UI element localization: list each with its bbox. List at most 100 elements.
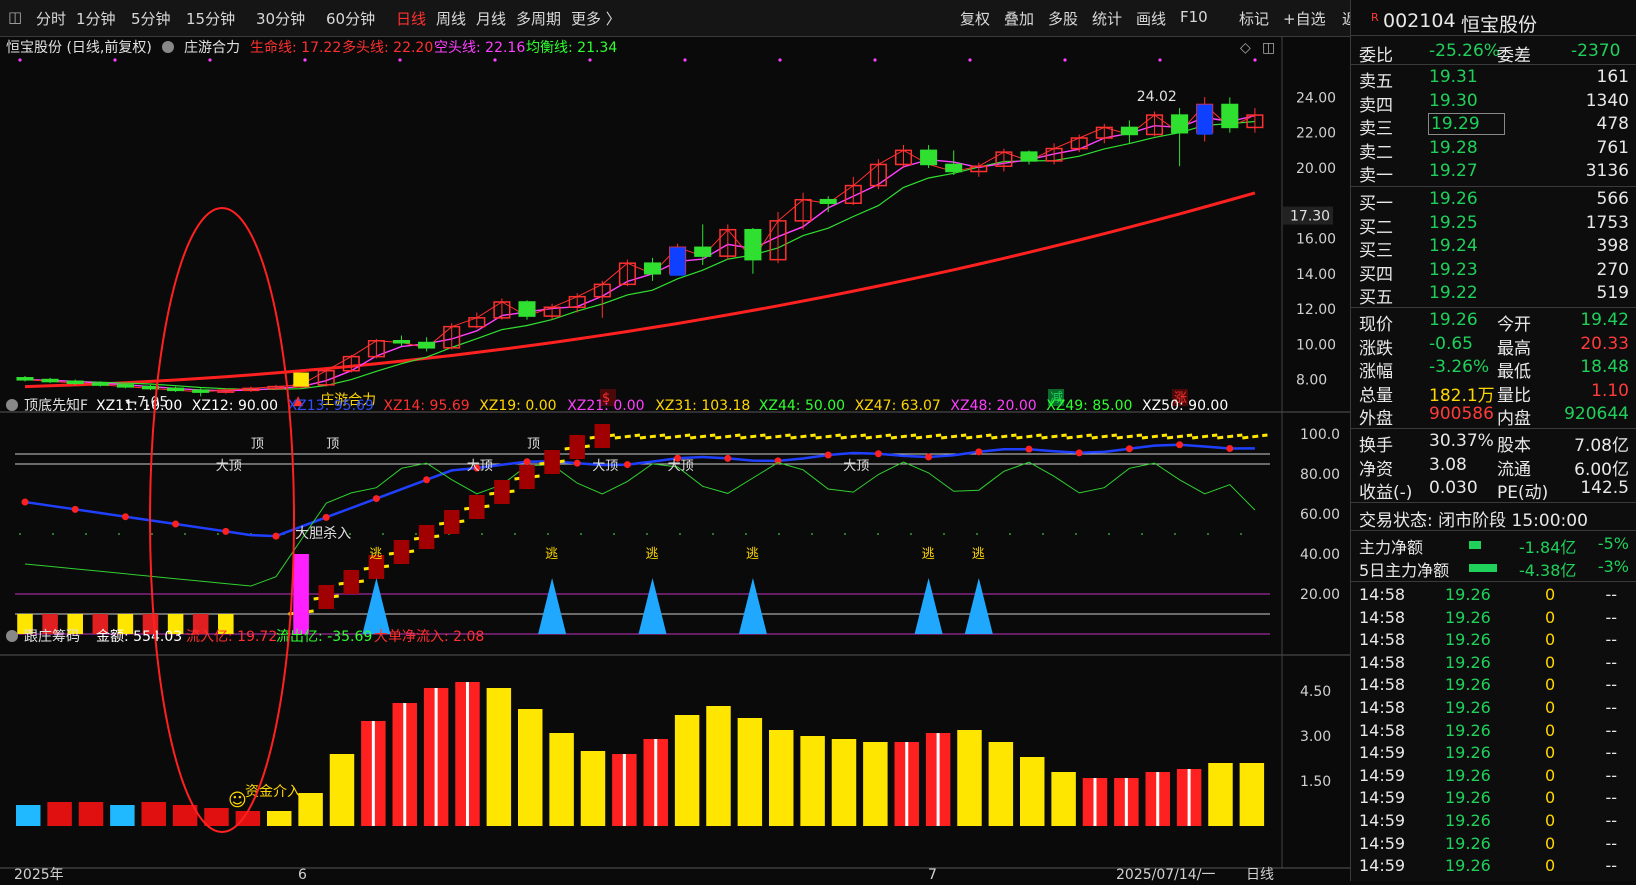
bid-price[interactable]: 19.25: [1429, 213, 1478, 233]
price-axis-label: 8.00: [1296, 373, 1327, 389]
toolbar-tool-button[interactable]: 统计: [1092, 8, 1122, 29]
grid-dot: [1240, 533, 1242, 535]
period-tab[interactable]: 60分钟: [326, 8, 375, 29]
period-tab[interactable]: 周线: [436, 8, 466, 29]
ask-label: 卖三: [1359, 119, 1393, 139]
volume-bar: [737, 718, 763, 826]
xz31-segment: [664, 433, 691, 440]
x-axis-label: 7: [928, 867, 937, 881]
ask-price[interactable]: 19.28: [1429, 138, 1478, 158]
xz31-segment: [966, 433, 992, 440]
tick-time: 14:58: [1359, 652, 1406, 672]
period-tab[interactable]: 1分钟: [76, 8, 116, 29]
xz14-dot: [121, 513, 129, 521]
candle-body: [1020, 151, 1038, 162]
bid-price[interactable]: 19.24: [1429, 236, 1478, 256]
xz31-segment: [1016, 433, 1042, 440]
highlight-candle: [1196, 104, 1213, 135]
tick-volume: 0: [1545, 652, 1556, 672]
ask-price[interactable]: 19.27: [1429, 161, 1478, 181]
mid-legend-item: XZ14: 95.69: [383, 398, 469, 414]
toolbar-tool-button[interactable]: 标记: [1239, 8, 1269, 29]
bid-price[interactable]: 19.22: [1429, 283, 1478, 303]
toolbar-tool-button[interactable]: 多股: [1048, 8, 1078, 29]
period-tab[interactable]: 5分钟: [131, 8, 171, 29]
stat-label: 换手: [1359, 436, 1393, 456]
trend-brick: [469, 495, 485, 519]
xz14-dot: [724, 454, 732, 462]
bottom-axis-label: 1.50: [1300, 774, 1331, 790]
stat-label: 外盘: [1359, 409, 1393, 429]
ask-price[interactable]: 19.29: [1428, 113, 1505, 135]
tick-time: 14:58: [1359, 585, 1406, 604]
tick-volume: 0: [1545, 698, 1556, 717]
indicator-settings-icon[interactable]: [6, 399, 18, 411]
grid-dot: [85, 533, 87, 535]
window-toggle-icon[interactable]: ◫: [1262, 40, 1275, 56]
ask-price[interactable]: 19.31: [1429, 67, 1478, 87]
volume-bar: [1020, 757, 1045, 826]
flow-bar: [1469, 564, 1497, 572]
candle-body: [41, 378, 59, 383]
period-tab[interactable]: 分时: [36, 8, 66, 29]
kline-chart[interactable]: 恒宝股份 (日线,前复权) 庄游合力 生命线: 17.22 多头线: 22.20 空头线…: [0, 36, 1350, 883]
grid-dot: [580, 533, 582, 535]
xz14-dot: [623, 461, 631, 469]
tick-flag: --: [1605, 788, 1617, 808]
toolbar-tool-button[interactable]: 画线: [1136, 8, 1166, 29]
indicator-settings-icon[interactable]: [162, 41, 174, 53]
ask-price[interactable]: 19.30: [1429, 91, 1478, 111]
volume-bar: [831, 739, 857, 826]
tick-volume: 0: [1545, 833, 1556, 853]
xz31-segment: [765, 433, 791, 440]
stat-value: 1.10: [1591, 380, 1629, 401]
period-tab[interactable]: 多周期: [516, 8, 561, 29]
funds-signal-label: 资金介入: [245, 784, 301, 800]
period-tab[interactable]: 30分钟: [256, 8, 305, 29]
stat-value: 19.26: [1429, 310, 1478, 330]
divider: [1351, 64, 1636, 65]
annotation-ellipse: [149, 207, 295, 833]
period-tab[interactable]: 日线: [396, 8, 426, 29]
toolbar-tool-button[interactable]: 叠加: [1004, 8, 1034, 29]
period-toolbar: ◫ 分时 1分钟 5分钟 15分钟 30分钟 60分钟 日线 周线 月线 多周期 更多 〉 复权 叠加 多股…: [0, 0, 1372, 37]
period-tab[interactable]: 更多 〉: [571, 8, 621, 29]
candle-body: [945, 163, 963, 173]
xz14-dot: [222, 527, 230, 535]
bottom-legend-item: 流入亿: 19.72: [186, 629, 277, 645]
volume-bar: [47, 802, 72, 826]
grid-dot: [679, 533, 681, 535]
xz31-segment: [1191, 433, 1218, 440]
indicator-settings-icon[interactable]: [6, 630, 18, 642]
volume-bar: [518, 709, 543, 826]
highlight-candle: [669, 247, 686, 276]
stat-value: 142.5: [1580, 478, 1629, 498]
period-tab[interactable]: 月线: [476, 8, 506, 29]
bid-price[interactable]: 19.23: [1429, 260, 1478, 280]
trend-brick: [494, 480, 510, 504]
volume-bar: [800, 736, 825, 826]
toolbar-tool-button[interactable]: F10: [1180, 8, 1208, 26]
panel-toggle-icon[interactable]: ◫: [8, 8, 22, 26]
toolbar-tool-button[interactable]: +自选: [1283, 8, 1326, 29]
mid-legend-item: XZ44: 50.00: [759, 398, 845, 414]
stat-value: 900586: [1429, 404, 1494, 424]
grid-dot: [1009, 533, 1011, 535]
stat-label: 现价: [1359, 315, 1393, 335]
marker-dot: [1063, 58, 1067, 62]
toolbar-tool-button[interactable]: 复权: [960, 8, 990, 29]
candle-body: [192, 389, 210, 393]
escape-spike: [964, 578, 993, 634]
diamond-icon[interactable]: ◇: [1240, 40, 1251, 56]
stat-label: 内盘: [1497, 409, 1531, 429]
xz14-dot: [975, 448, 983, 456]
tick-time: 14:58: [1359, 607, 1406, 627]
bid-price[interactable]: 19.26: [1429, 189, 1478, 209]
grid-dot: [151, 533, 153, 535]
tick-time: 14:59: [1359, 765, 1406, 785]
tick-price: 19.26: [1445, 833, 1491, 853]
period-tab[interactable]: 15分钟: [186, 8, 235, 29]
chart-area[interactable]: 恒宝股份 (日线,前复权) 庄游合力 生命线: 17.22 多头线: 22.20 空头线…: [0, 36, 1350, 883]
candle-body: [418, 341, 436, 349]
escape-label: 逃: [922, 547, 935, 562]
